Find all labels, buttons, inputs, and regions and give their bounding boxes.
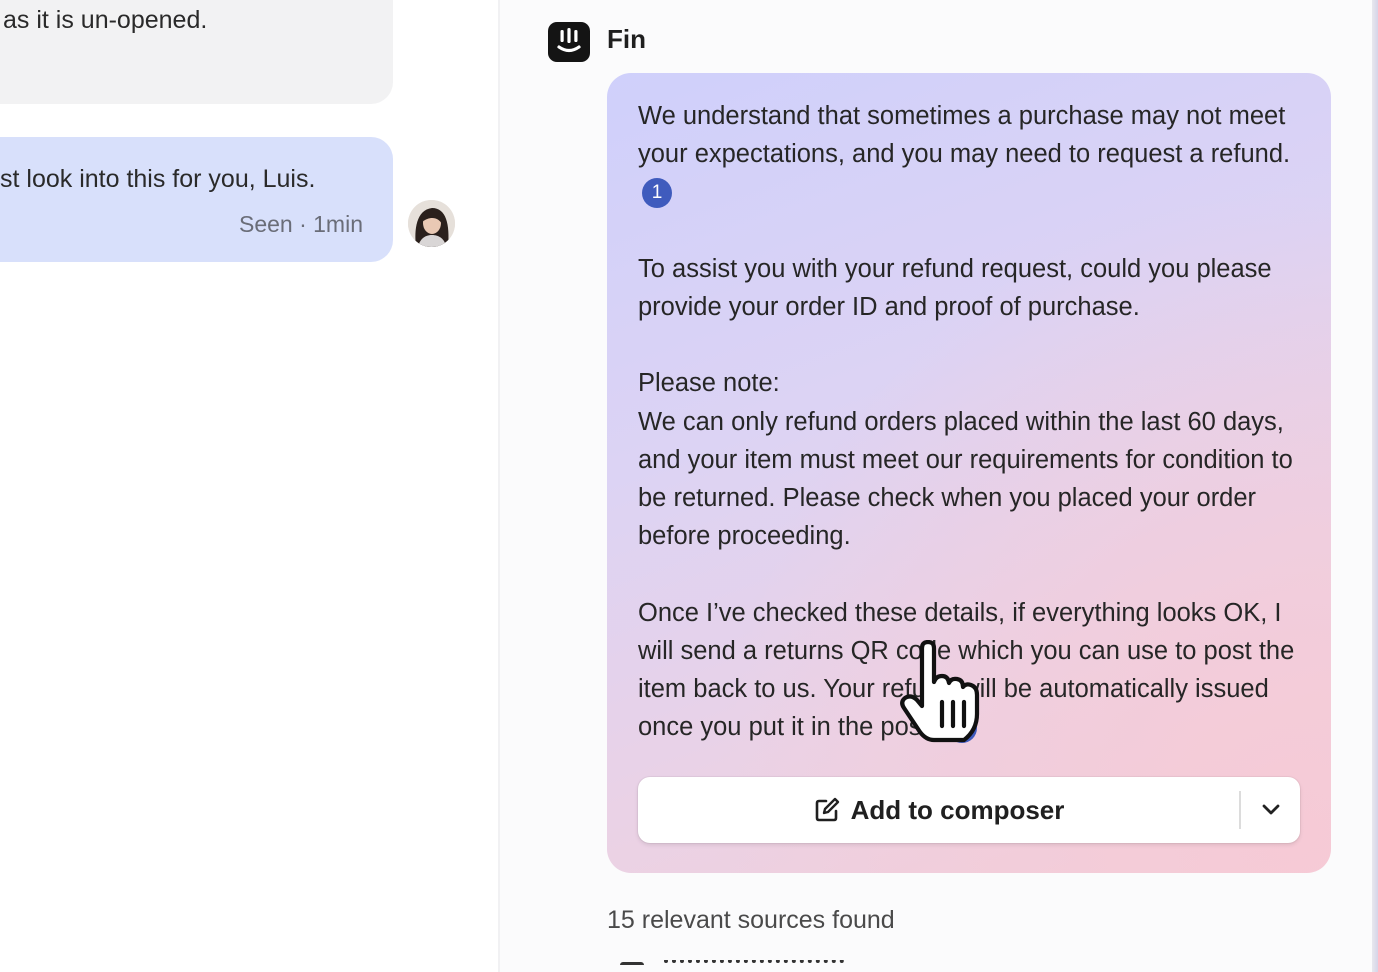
customer-message-bubble: as it is un-opened. <box>0 0 393 104</box>
citation-badge-1[interactable]: 1 <box>642 178 672 209</box>
customer-message-text: as it is un-opened. <box>3 6 208 34</box>
source-item-title-clipped <box>664 960 844 967</box>
fin-name: Fin <box>607 24 646 54</box>
agent-message-text: st look into this for you, Luis. <box>0 165 316 193</box>
answer-paragraph-text: We can only refund orders placed within … <box>638 407 1293 551</box>
answer-paragraph-text: To assist you with your refund request, … <box>638 254 1272 321</box>
chevron-down-icon <box>1262 804 1279 815</box>
fin-copilot-panel: Fin We understand that sometimes a purch… <box>500 0 1378 972</box>
article-icon <box>620 962 644 972</box>
answer-paragraph: To assist you with your refund request, … <box>638 250 1308 326</box>
source-item[interactable] <box>620 960 870 972</box>
fin-answer-card: We understand that sometimes a purchase … <box>607 73 1331 873</box>
add-to-composer-split-button: Add to composer <box>638 777 1300 843</box>
answer-paragraph: Please note: We can only refund orders pl… <box>638 364 1308 555</box>
agent-avatar[interactable] <box>408 200 455 247</box>
add-to-composer-button[interactable]: Add to composer <box>638 777 1239 843</box>
answer-paragraph-text: We understand that sometimes a purchase … <box>638 102 1291 169</box>
fin-logo-icon <box>548 22 590 62</box>
avatar-photo <box>408 200 455 247</box>
hand-pointer-icon <box>898 639 984 744</box>
answer-paragraph: We understand that sometimes a purchase … <box>638 97 1308 212</box>
agent-message-bubble: st look into this for you, Luis. Seen · … <box>0 137 393 262</box>
message-seen-status: Seen · 1min <box>238 211 363 237</box>
panel-edge <box>1372 0 1378 972</box>
composer-options-dropdown[interactable] <box>1241 777 1300 843</box>
conversation-pane: as it is un-opened. st look into this fo… <box>0 0 498 972</box>
answer-paragraph-text: Please note: <box>638 369 780 398</box>
sources-count[interactable]: 15 relevant sources found <box>607 906 895 935</box>
add-to-composer-label: Add to composer <box>850 794 1065 825</box>
edit-icon <box>815 797 839 822</box>
